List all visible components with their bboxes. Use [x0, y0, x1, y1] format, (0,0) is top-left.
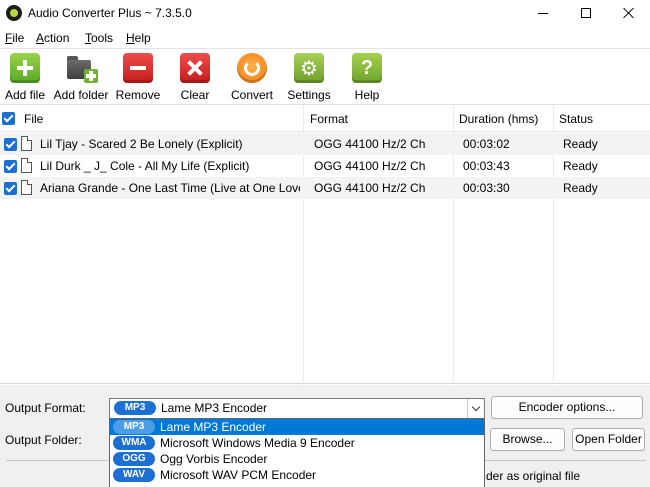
title-bar: Audio Converter Plus ~ 7.3.5.0 — [0, 0, 650, 26]
help-button[interactable]: ? Help — [352, 53, 382, 103]
list-header: File Format Duration (hms) Status — [0, 105, 650, 132]
convert-button[interactable]: Convert — [231, 53, 273, 103]
add-folder-label: Add folder — [53, 88, 109, 102]
column-header-format[interactable]: Format — [310, 112, 348, 126]
file-status: Ready — [563, 181, 598, 195]
convert-label: Convert — [230, 88, 274, 102]
minimize-icon — [538, 12, 548, 14]
format-badge: MP3 — [114, 401, 156, 415]
file-icon — [21, 136, 32, 151]
row-checkbox[interactable] — [4, 182, 17, 195]
format-badge: WAV — [113, 468, 155, 482]
format-badge: OGG — [113, 452, 155, 466]
same-folder-option-label[interactable]: der as original file — [486, 469, 580, 483]
file-name: Lil Durk _ J_ Cole - All My Life (Explic… — [40, 159, 250, 173]
add-folder-button[interactable]: Add folder — [53, 53, 109, 103]
browse-button[interactable]: Browse... — [490, 428, 565, 451]
column-header-status[interactable]: Status — [559, 112, 593, 126]
file-icon — [21, 180, 32, 195]
column-header-file[interactable]: File — [24, 112, 43, 126]
close-button[interactable] — [606, 0, 650, 26]
format-badge: MP3 — [113, 420, 155, 434]
file-format: OGG 44100 Hz/2 Ch — [314, 181, 426, 195]
menu-tools[interactable]: Tools — [85, 31, 113, 45]
add-file-button[interactable]: Add file — [4, 53, 46, 103]
dropdown-option-ogg[interactable]: OGG Ogg Vorbis Encoder — [110, 451, 484, 467]
output-format-value: Lame MP3 Encoder — [161, 401, 268, 415]
encoder-options-button[interactable]: Encoder options... — [491, 396, 643, 419]
file-status: Ready — [563, 137, 598, 151]
help-label: Help — [354, 88, 380, 102]
dropdown-option-wma[interactable]: WMA Microsoft Windows Media 9 Encoder — [110, 435, 484, 451]
add-file-label: Add file — [4, 88, 46, 102]
file-duration: 00:03:43 — [463, 159, 510, 173]
dropdown-option-label: Microsoft Windows Media 9 Encoder — [160, 436, 355, 450]
chevron-down-icon[interactable] — [467, 399, 484, 418]
dropdown-option-label: Ogg Vorbis Encoder — [160, 452, 268, 466]
table-row[interactable]: Lil Tjay - Scared 2 Be Lonely (Explicit)… — [0, 133, 650, 155]
remove-label: Remove — [115, 88, 161, 102]
file-icon — [21, 158, 32, 173]
settings-button[interactable]: ⚙ Settings — [287, 53, 331, 103]
toolbar: Add file Add folder Remove Clear Convert… — [0, 48, 650, 104]
convert-icon — [237, 53, 267, 83]
dropdown-option-label: Microsoft WAV PCM Encoder — [160, 468, 317, 482]
minimize-button[interactable] — [520, 0, 566, 26]
gear-icon: ⚙ — [294, 53, 324, 83]
table-row[interactable]: Ariana Grande - One Last Time (Live at O… — [0, 177, 650, 199]
window-title: Audio Converter Plus ~ 7.3.5.0 — [28, 6, 192, 20]
clear-icon — [180, 53, 210, 83]
dropdown-option-mp3[interactable]: MP3 Lame MP3 Encoder — [110, 419, 484, 435]
remove-button[interactable]: Remove — [115, 53, 161, 103]
open-folder-button[interactable]: Open Folder — [572, 428, 645, 451]
file-name: Lil Tjay - Scared 2 Be Lonely (Explicit) — [40, 137, 243, 151]
clear-button[interactable]: Clear — [180, 53, 210, 103]
select-all-checkbox[interactable] — [2, 112, 15, 125]
dropdown-option-wav[interactable]: WAV Microsoft WAV PCM Encoder — [110, 467, 484, 483]
menu-action[interactable]: Action — [36, 31, 69, 45]
row-checkbox[interactable] — [4, 138, 17, 151]
format-badge: WMA — [113, 436, 155, 450]
add-folder-icon — [66, 53, 98, 83]
output-folder-label: Output Folder: — [5, 433, 82, 447]
menu-bar: File Action Tools Help — [0, 29, 650, 47]
row-checkbox[interactable] — [4, 160, 17, 173]
file-list[interactable]: File Format Duration (hms) Status Lil Tj… — [0, 104, 650, 385]
table-row[interactable]: Lil Durk _ J_ Cole - All My Life (Explic… — [0, 155, 650, 177]
dropdown-option-label: Lame MP3 Encoder — [160, 420, 267, 434]
file-name: Ariana Grande - One Last Time (Live at O… — [40, 181, 300, 195]
help-icon: ? — [352, 53, 382, 83]
maximize-icon — [581, 8, 591, 18]
output-format-select[interactable]: MP3 Lame MP3 Encoder — [109, 398, 485, 419]
output-format-label: Output Format: — [5, 401, 86, 415]
file-format: OGG 44100 Hz/2 Ch — [314, 137, 426, 151]
maximize-button[interactable] — [563, 0, 609, 26]
clear-label: Clear — [180, 88, 210, 102]
add-file-icon — [10, 53, 40, 83]
file-duration: 00:03:02 — [463, 137, 510, 151]
file-status: Ready — [563, 159, 598, 173]
menu-help[interactable]: Help — [126, 31, 151, 45]
file-duration: 00:03:30 — [463, 181, 510, 195]
file-format: OGG 44100 Hz/2 Ch — [314, 159, 426, 173]
menu-file[interactable]: File — [5, 31, 24, 45]
column-header-duration[interactable]: Duration (hms) — [459, 112, 538, 126]
app-logo-icon — [6, 5, 22, 21]
output-format-dropdown[interactable]: MP3 Lame MP3 Encoder WMA Microsoft Windo… — [109, 418, 485, 487]
settings-label: Settings — [287, 88, 331, 102]
close-icon — [623, 7, 635, 19]
remove-icon — [123, 53, 153, 83]
